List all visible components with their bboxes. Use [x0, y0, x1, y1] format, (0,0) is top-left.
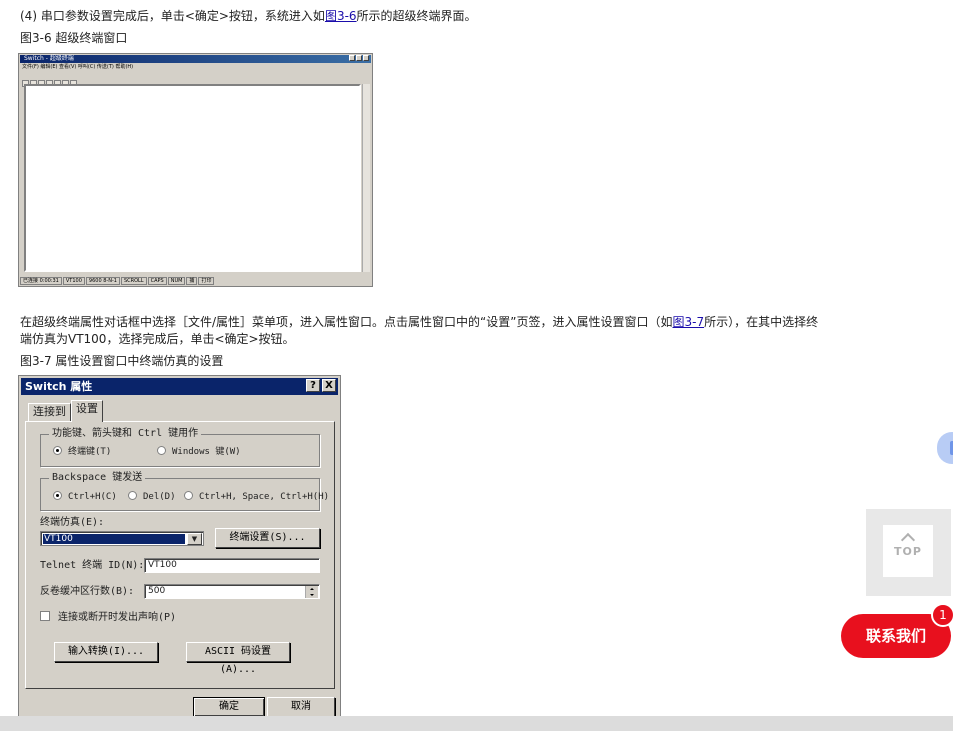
option-label: Ctrl+H(C) [68, 492, 117, 502]
chevron-down-icon: ▼ [187, 533, 202, 545]
status-port: 9600 8-N-1 [85, 277, 120, 285]
option-windows-keys: Windows 键(W) [157, 446, 241, 458]
emulation-label: 终端仿真(E): [40, 517, 105, 528]
radio-icon [184, 491, 193, 500]
dialog-title-bar: Switch 属性 [21, 378, 338, 395]
keys-group-label: 功能键、箭头键和 Ctrl 键用作 [49, 427, 202, 441]
backspace-group-label: Backspace 键发送 [49, 471, 146, 485]
beep-checkbox-row: 连接或断开时发出声响(P) [40, 611, 176, 624]
backscroll-value: 500 [148, 586, 166, 596]
status-num: NUM [167, 277, 186, 285]
hyperterminal-window-figure: Switch - 超级终端 文件(F) 编辑(E) 查看(V) 呼叫(C) 传送… [18, 53, 373, 287]
minimize-icon [349, 55, 355, 61]
telnet-id-field: VT100 [144, 558, 320, 573]
status-scroll: SCROLL [120, 277, 147, 285]
telnet-label: Telnet 终端 ID(N): [40, 560, 145, 571]
status-connected: 已连接 0:00:31 [20, 277, 62, 285]
para2-line2: 端仿真为VT100，选择完成后，单击<确定>按钮。 [20, 332, 295, 346]
back-to-top-button[interactable]: TOP [883, 525, 933, 577]
input-translation-button: 输入转换(I)... [54, 642, 158, 662]
fig37-link[interactable]: 图3-7 [672, 315, 704, 329]
status-emulation: VT100 [62, 277, 85, 285]
fig37-caption: 图3-7 属性设置窗口中终端仿真的设置 [20, 354, 224, 368]
status-capture: 捕 [186, 277, 198, 285]
para2-text-end: 所示），在其中选择终 [704, 315, 819, 329]
backscroll-field: 500 [144, 584, 320, 599]
option-label: 终端键(T) [68, 447, 112, 457]
ascii-setup-button: ASCII 码设置(A)... [186, 642, 290, 675]
tab-connect-to: 连接到 [28, 403, 71, 421]
status-caps: CAPS [147, 277, 167, 285]
emulation-select: VT100 ▼ [40, 531, 204, 546]
help-icon: ? [306, 379, 320, 392]
tab-settings: 设置 [71, 400, 103, 422]
emulation-value: VT100 [43, 534, 185, 544]
option-label: Del(D) [143, 492, 176, 502]
terminal-settings-button: 终端设置(S)... [215, 528, 320, 548]
cancel-button: 取消 [267, 697, 335, 717]
checkbox-icon [40, 611, 50, 621]
radio-icon [128, 491, 137, 500]
terminal-menu-bar: 文件(F) 编辑(E) 查看(V) 呼叫(C) 传送(T) 帮助(H) [22, 64, 134, 70]
notification-badge: 1 [931, 603, 953, 627]
keys-group: 功能键、箭头键和 Ctrl 键用作 终端键(T) Windows 键(W) [40, 427, 320, 467]
step4-paragraph: (4) 串口参数设置完成后，单击<确定>按钮，系统进入如图3-6所示的超级终端界… [20, 8, 477, 24]
radio-icon [53, 446, 62, 455]
terminal-scrollbar [362, 84, 370, 272]
settings-panel: 功能键、箭头键和 Ctrl 键用作 终端键(T) Windows 键(W) Ba… [25, 421, 335, 689]
ok-button: 确定 [193, 697, 265, 717]
bottom-bar [0, 716, 953, 731]
terminal-status-bar: 已连接 0:00:31 VT100 9600 8-N-1 SCROLL CAPS NUM 捕… [20, 277, 371, 285]
terminal-screen [24, 84, 361, 272]
fig36-link[interactable]: 图3-6 [325, 9, 357, 23]
spinner-icon [305, 586, 318, 598]
radio-icon [157, 446, 166, 455]
terminal-title: Switch - 超级终端 [24, 55, 74, 62]
step4-text: (4) 串口参数设置完成后，单击<确定>按钮，系统进入如 [20, 9, 325, 23]
terminal-toolbar [22, 72, 102, 87]
side-panel-tab-icon[interactable] [937, 432, 953, 464]
maximize-icon [356, 55, 362, 61]
option-terminal-keys: 终端键(T) [53, 446, 111, 458]
para2-text: 在超级终端属性对话框中选择［文件/属性］菜单项，进入属性窗口。点击属性窗口中的“… [20, 315, 673, 329]
status-print: 打印 [198, 277, 215, 285]
close-icon [363, 55, 369, 61]
terminal-title-bar: Switch - 超级终端 [20, 55, 371, 63]
backspace-group: Backspace 键发送 Ctrl+H(C) Del(D) Ctrl+H, S… [40, 471, 329, 511]
backscroll-label: 反卷缓冲区行数(B): [40, 586, 135, 597]
step4-text-end: 所示的超级终端界面。 [356, 9, 477, 23]
option-label: Ctrl+H, Space, Ctrl+H(H) [199, 492, 330, 502]
close-icon: X [322, 379, 336, 392]
beep-label: 连接或断开时发出声响(P) [58, 612, 177, 623]
properties-dialog-figure: Switch 属性 ? X 连接到 设置 功能键、箭头键和 Ctrl 键用作 终… [18, 375, 341, 721]
option-label: Windows 键(W) [172, 447, 241, 457]
para2-line1: 在超级终端属性对话框中选择［文件/属性］菜单项，进入属性窗口。点击属性窗口中的“… [20, 314, 818, 330]
option-ctrl-h: Ctrl+H(C) [53, 491, 117, 503]
option-ctrl-h-space: Ctrl+H, Space, Ctrl+H(H) [184, 491, 329, 503]
dialog-title: Switch 属性 [25, 380, 93, 393]
option-del: Del(D) [128, 491, 176, 503]
radio-icon [53, 491, 62, 500]
fig36-caption: 图3-6 超级终端窗口 [20, 31, 128, 45]
